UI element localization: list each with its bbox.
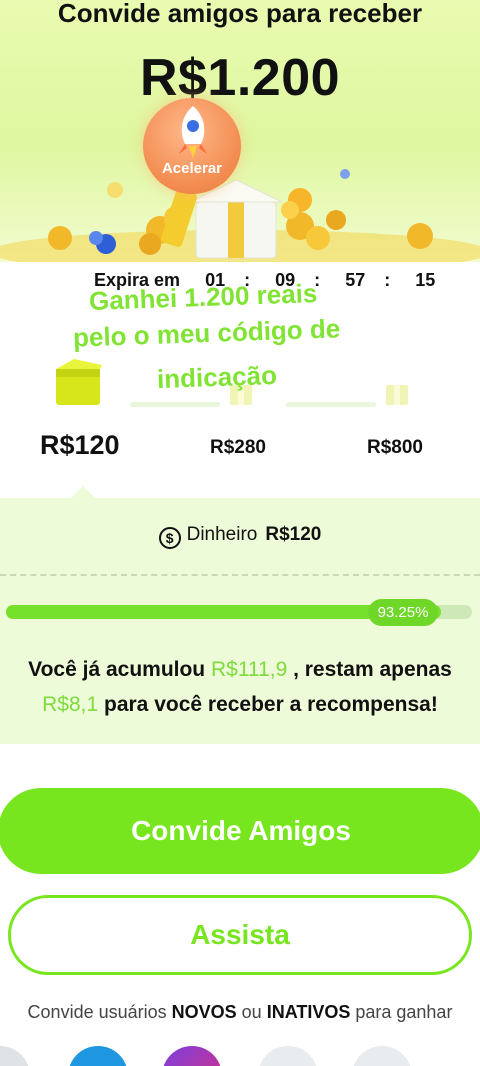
footnote-bold: INATIVOS — [266, 1002, 351, 1022]
footnote-text: para ganhar — [350, 1002, 453, 1022]
watch-button[interactable]: Assista — [8, 895, 472, 975]
cash-reward-row: $ Dinheiro R$120 — [0, 524, 480, 549]
share-icon-generic[interactable] — [0, 1046, 30, 1066]
milestone-label: R$120 — [40, 430, 120, 460]
accelerate-label: Acelerar — [161, 160, 223, 177]
milestone-pointer — [70, 486, 96, 499]
cash-amount: R$120 — [265, 524, 322, 545]
remaining-amount: R$8,1 — [42, 693, 99, 716]
gift-box-open-icon — [56, 359, 102, 405]
milestone-label: R$280 — [210, 437, 266, 458]
timer-frames: 15 — [415, 270, 436, 290]
progress-msg-text: , restam apenas — [287, 658, 452, 681]
gift-box-icon — [386, 385, 408, 405]
rocket-icon — [179, 106, 207, 158]
footnote-bold: NOVOS — [171, 1002, 237, 1022]
divider — [0, 574, 480, 576]
hero-banner: Convide amigos para receber R$1.200 Acel… — [0, 0, 480, 262]
footnote-text: ou — [236, 1002, 267, 1022]
hero-title: Convide amigos para receber — [57, 0, 423, 28]
accelerate-button[interactable]: Acelerar — [143, 98, 241, 194]
share-options-row — [0, 1040, 480, 1066]
cash-label: Dinheiro — [186, 524, 258, 545]
total-reward-amount: R$1.200 — [139, 49, 341, 107]
overlay-caption-line: indicação — [156, 359, 278, 395]
progress-percent-badge: 93.25% — [368, 599, 438, 626]
dollar-coin-icon: $ — [158, 527, 181, 549]
timer-seconds: 57 — [345, 270, 366, 290]
telegram-share-icon[interactable] — [68, 1046, 128, 1066]
footnote-text: Convide usuários — [27, 1002, 172, 1022]
instagram-share-icon[interactable] — [162, 1046, 222, 1066]
progress-msg-text: Você já acumulou — [28, 658, 211, 681]
progress-msg-text: para você receber a recompensa! — [98, 693, 438, 716]
timer-separator: : — [384, 270, 391, 290]
search-share-icon[interactable] — [258, 1046, 318, 1066]
milestone-label: R$800 — [367, 437, 423, 458]
invite-footnote: Convide usuários NOVOS ou INATIVOS para … — [0, 1002, 480, 1023]
progress-message: Você já acumulou R$111,9 , restam apenas… — [0, 652, 480, 722]
accumulated-amount: R$111,9 — [210, 658, 288, 681]
more-share-icon[interactable] — [352, 1046, 412, 1066]
invite-friends-button[interactable]: Convide Amigos — [0, 788, 480, 874]
